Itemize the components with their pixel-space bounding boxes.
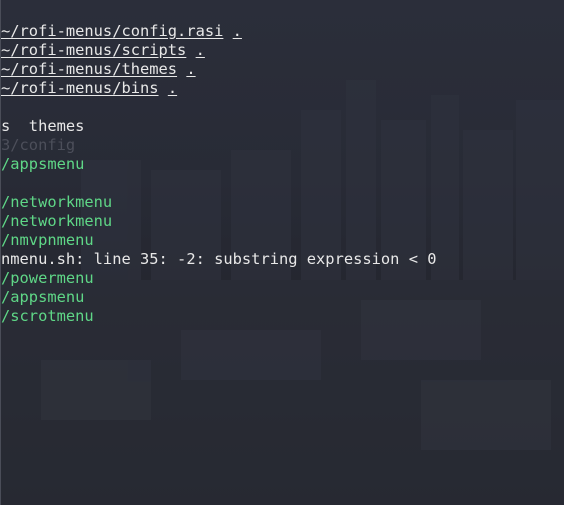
terminal-line: /networkmenu — [1, 212, 437, 231]
terminal-line-text: /networkmenu — [1, 212, 113, 230]
terminal-line-suffix: . — [167, 79, 178, 97]
terminal-line: ~/rofi-menus/scripts . — [1, 41, 437, 60]
terminal-line-text: /appsmenu — [1, 288, 85, 306]
terminal-line: /scrotmenu — [1, 307, 437, 326]
terminal-line: ~/rofi-menus/config.rasi . — [1, 22, 437, 41]
terminal-line-text: /powermenu — [1, 269, 94, 287]
terminal-line-text: ~/rofi-menus/themes — [1, 60, 178, 78]
terminal-line-text: /scrotmenu — [1, 307, 94, 325]
terminal-line-text: ~/rofi-menus/bins — [1, 79, 159, 97]
terminal-line: /nmvpnmenu — [1, 231, 437, 250]
terminal-line: 3/config — [1, 136, 437, 155]
terminal-line-text: nmenu.sh: line 35: -2: substring express… — [1, 250, 437, 268]
terminal-line-text: /nmvpnmenu — [1, 231, 94, 249]
terminal-line-suffix: . — [195, 41, 205, 59]
terminal-line-text: ~/rofi-menus/scripts — [1, 41, 187, 59]
terminal-line: /networkmenu — [1, 193, 437, 212]
terminal-line: nmenu.sh: line 35: -2: substring express… — [1, 250, 437, 269]
terminal-line: /appsmenu — [1, 155, 437, 174]
terminal-line-text: /appsmenu — [1, 155, 85, 173]
terminal-line: ~/rofi-menus/bins . — [1, 79, 437, 98]
terminal-line: /powermenu — [1, 269, 437, 288]
terminal-line: s themes — [1, 117, 437, 136]
terminal-output: ~/rofi-menus/config.rasi . ~/rofi-menus/s… — [1, 22, 437, 326]
terminal-line-suffix: . — [232, 22, 242, 40]
terminal-line-text: ~/rofi-menus/config.rasi — [1, 22, 224, 40]
terminal-window[interactable]: ~/rofi-menus/config.rasi . ~/rofi-menus/s… — [0, 0, 564, 505]
terminal-line-suffix: . — [186, 60, 196, 78]
terminal-line: ~/rofi-menus/themes . — [1, 60, 437, 79]
terminal-line-text: 3/config — [1, 136, 76, 154]
terminal-line-text: /networkmenu — [1, 193, 113, 211]
terminal-line: /appsmenu — [1, 288, 437, 307]
terminal-line-text: s themes — [1, 117, 85, 135]
